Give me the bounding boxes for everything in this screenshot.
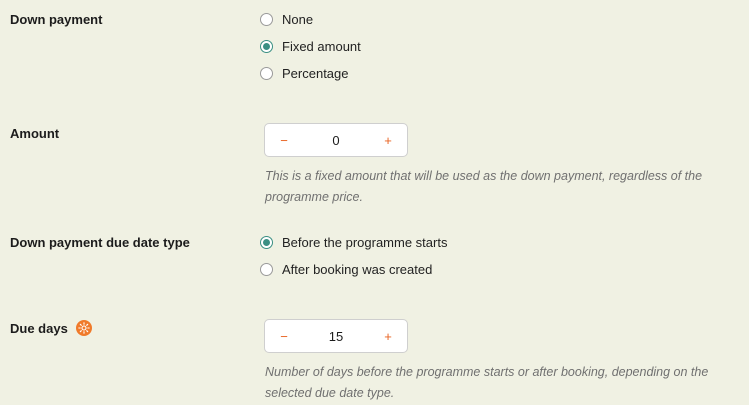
radio-percentage-label: Percentage bbox=[282, 66, 349, 81]
amount-label: Amount bbox=[10, 126, 59, 141]
radio-fixed-amount[interactable] bbox=[260, 40, 273, 53]
due-days-label-text: Due days bbox=[10, 320, 68, 336]
due-days-value[interactable]: 15 bbox=[291, 329, 381, 344]
amount-stepper[interactable]: − 0 + bbox=[264, 123, 408, 157]
radio-none-label: None bbox=[282, 12, 314, 27]
amount-label-text: Amount bbox=[10, 126, 60, 141]
down-payment-label-text: Down payment bbox=[10, 12, 103, 27]
due-date-type-label: Down payment due date type bbox=[10, 235, 190, 250]
due-days-help-text: Number of days before the programme star… bbox=[265, 365, 709, 400]
radio-percentage[interactable] bbox=[260, 67, 273, 80]
radio-before-start[interactable] bbox=[260, 236, 273, 249]
down-payment-option-percentage[interactable]: Percentage bbox=[260, 66, 349, 81]
radio-none[interactable] bbox=[260, 13, 273, 26]
down-payment-option-fixed-amount[interactable]: Fixed amount bbox=[260, 39, 361, 54]
due-date-type-label-text: Down payment due date type bbox=[10, 235, 190, 250]
due-date-option-before-start[interactable]: Before the programme starts bbox=[260, 235, 447, 250]
due-days-stepper[interactable]: − 15 + bbox=[264, 319, 408, 353]
due-days-decrement-button[interactable]: − bbox=[277, 329, 291, 344]
amount-increment-button[interactable]: + bbox=[381, 133, 395, 148]
amount-value[interactable]: 0 bbox=[291, 133, 381, 148]
due-days-increment-button[interactable]: + bbox=[381, 329, 395, 344]
sun-icon[interactable] bbox=[75, 320, 92, 336]
due-date-option-after-booking[interactable]: After booking was created bbox=[260, 262, 432, 277]
radio-after-booking-label: After booking was created bbox=[282, 262, 433, 277]
radio-fixed-amount-label: Fixed amount bbox=[282, 39, 361, 54]
radio-after-booking[interactable] bbox=[260, 263, 273, 276]
down-payment-label: Down payment bbox=[10, 12, 102, 27]
amount-decrement-button[interactable]: − bbox=[277, 133, 291, 148]
sun-icon-glyph bbox=[78, 322, 90, 334]
amount-help-text: This is a fixed amount that will be used… bbox=[265, 169, 703, 204]
radio-before-start-label: Before the programme starts bbox=[282, 235, 448, 250]
down-payment-option-none[interactable]: None bbox=[260, 12, 313, 27]
due-days-label: Due days bbox=[10, 320, 92, 336]
